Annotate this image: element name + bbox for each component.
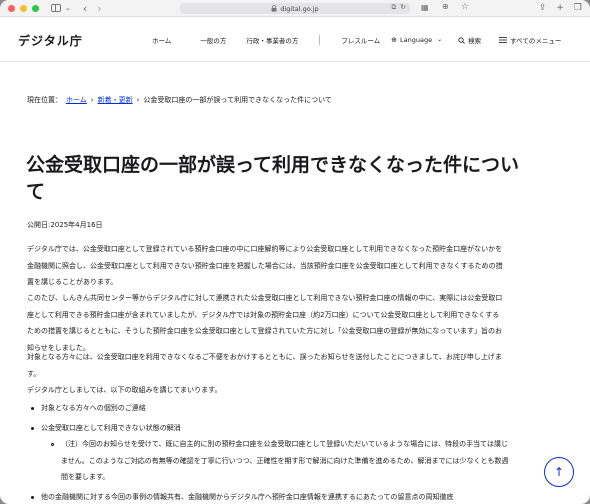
bullet-icon	[31, 426, 34, 430]
nav-search[interactable]: 検索	[458, 35, 481, 45]
paragraph-2-line: このたび、しんきん共同センター等からデジタル庁に対して連携された公金受取口座とし…	[27, 294, 503, 302]
nav-gov-business[interactable]: 行政・事業者の方	[246, 35, 298, 45]
paragraph-1-line: 金融機関に照会し、公金受取口座として利用できない預貯金口座を把握した場合には、当…	[27, 261, 503, 270]
measures-list: 対象となる方々への個別のご連絡 公金受取口座として利用できない状態の解消 （注）…	[27, 400, 557, 504]
forward-icon[interactable]: ›	[97, 3, 101, 14]
address-bar[interactable]: digital.go.jp ⧉ ↻	[180, 3, 410, 14]
breadcrumb-news-link[interactable]: 新着・更新	[98, 95, 133, 105]
back-icon[interactable]: ‹	[83, 3, 87, 14]
toolbar-right-group: ⇪ + ❐	[539, 4, 582, 13]
list-item-text: 他の金融機関に対する今回の事例の情報共有、金融機関からデジタル庁へ預貯金口座情報…	[41, 492, 454, 501]
page-title-line2: て	[26, 181, 46, 203]
hollow-bullet-icon	[51, 443, 54, 446]
nested-list-line: （注）今回のお知らせを受けて、既に自主的に別の預貯金口座を公金受取口座として登録…	[61, 440, 508, 448]
sidebar-icon[interactable]	[51, 4, 61, 12]
browser-toolbar: ⌄ ‹ › digital.go.jp ⧉ ↻ ▦ ⊕ ☆ ⇪ + ❐	[0, 0, 590, 17]
download-icon[interactable]: ⊕	[442, 3, 449, 11]
back-to-top-button[interactable]: ↑	[544, 457, 574, 487]
grid-icon[interactable]: ▦	[421, 4, 429, 12]
bullet-icon	[31, 495, 34, 499]
global-nav: ホーム 一般の方 行政・事業者の方 プレスルーム ⊕ Language ⌄ 検索…	[152, 35, 561, 45]
globe-icon: ⊕	[391, 35, 397, 44]
chevron-right-icon: ›	[136, 96, 140, 104]
site-logo[interactable]: デジタル庁	[18, 32, 83, 49]
star-icon[interactable]: ☆	[461, 3, 469, 12]
nav-press-room[interactable]: プレスルーム	[341, 35, 380, 45]
paragraph-2-line: ための措置を講じるとともに、そうした預貯金口座を公金受取口座として登録されていた…	[27, 327, 503, 335]
nested-list-item: （注）今回のお知らせを受けて、既に自主的に別の預貯金口座を公金受取口座として登録…	[27, 436, 557, 486]
reload-icon[interactable]: ↻	[400, 4, 406, 11]
nested-list-line: 間を要します。	[61, 473, 110, 481]
bullet-icon	[31, 407, 34, 410]
paragraph-1-line: デジタル庁では、公金受取口座として登録されている預貯金口座の中に口座解約等により…	[27, 245, 503, 253]
paragraph-1-line: 置を講じることがあります。	[27, 278, 118, 286]
nav-language[interactable]: ⊕ Language ⌄	[391, 36, 442, 44]
nested-list-line: ません。このようなご対応の有無等の確認を丁寧に行いつつ、正確性を期す形で解消に向…	[61, 456, 509, 465]
translate-icon[interactable]: ⧉	[391, 4, 396, 11]
paragraph-3-line: 対象となる方々には、公金受取口座を利用できなくなるご不便をおかけするとともに、誤…	[27, 353, 502, 361]
list-item-text: 対象となる方々への個別のご連絡	[41, 404, 146, 412]
nav-language-label: Language	[400, 36, 433, 44]
page-title-line1: 公金受取口座の一部が誤って利用できなくなった件につい	[26, 154, 520, 176]
breadcrumb-current: 公金受取口座の一部が誤って利用できなくなった件について	[143, 96, 332, 104]
list-item: 公金受取口座として利用できない状態の解消	[27, 420, 557, 437]
list-item-text: 公金受取口座として利用できない状態の解消	[41, 423, 181, 432]
published-date: 公開日:2025年4月16日	[27, 221, 103, 229]
new-tab-icon[interactable]: +	[556, 4, 564, 13]
nav-all-menu[interactable]: すべてのメニュー	[499, 35, 561, 45]
nav-all-menu-label: すべてのメニュー	[510, 37, 562, 45]
share-icon[interactable]: ⇪	[539, 4, 547, 13]
breadcrumb: 現在位置： ホーム › 新着・更新 › 公金受取口座の一部が誤って利用できなくな…	[27, 95, 332, 105]
lock-icon	[271, 5, 277, 12]
paragraph-1: デジタル庁では、公金受取口座として登録されている預貯金口座の中に口座解約等により…	[27, 241, 557, 291]
list-item: 対象となる方々への個別のご連絡	[27, 400, 557, 417]
breadcrumb-prefix: 現在位置：	[27, 96, 62, 104]
list-item: 他の金融機関に対する今回の事例の情報共有、金融機関からデジタル庁へ預貯金口座情報…	[27, 489, 557, 504]
nav-general[interactable]: 一般の方	[200, 35, 226, 45]
page-title: 公金受取口座の一部が誤って利用できなくなった件につい て	[26, 152, 566, 206]
tabs-icon[interactable]: ❐	[574, 4, 582, 13]
paragraph-3: 対象となる方々には、公金受取口座を利用できなくなるご不便をおかけするとともに、誤…	[27, 349, 557, 399]
site-header: デジタル庁 ホーム 一般の方 行政・事業者の方 プレスルーム ⊕ Languag…	[0, 18, 590, 62]
close-window-button[interactable]	[8, 4, 15, 12]
search-icon	[458, 36, 465, 44]
url-text: digital.go.jp	[280, 4, 319, 13]
chevron-down-icon: ⌄	[437, 36, 443, 43]
paragraph-2: このたび、しんきん共同センター等からデジタル庁に対して連携された公金受取口座とし…	[27, 290, 557, 356]
nav-divider	[319, 35, 321, 45]
paragraph-3-line: す。	[27, 369, 41, 378]
paragraph-2-line: 座として利用できる預貯金口座が含まれていましたが、デジタル庁では対象の預貯金口座…	[27, 310, 500, 319]
window-controls	[8, 4, 39, 12]
browser-window: ⌄ ‹ › digital.go.jp ⧉ ↻ ▦ ⊕ ☆ ⇪ + ❐ デジタル…	[0, 0, 590, 504]
arrow-up-icon: ↑	[553, 465, 565, 479]
nav-search-label: 検索	[468, 37, 482, 45]
nav-home[interactable]: ホーム	[152, 35, 171, 45]
paragraph-3-line: デジタル庁としましては、以下の取組みを講じてまいります。	[27, 386, 222, 394]
zoom-window-button[interactable]	[32, 4, 39, 12]
chevron-down-icon[interactable]: ⌄	[65, 4, 71, 12]
hamburger-icon	[499, 37, 508, 43]
minimize-window-button[interactable]	[20, 4, 27, 12]
chevron-right-icon: ›	[90, 96, 94, 104]
breadcrumb-home-link[interactable]: ホーム	[66, 95, 87, 105]
